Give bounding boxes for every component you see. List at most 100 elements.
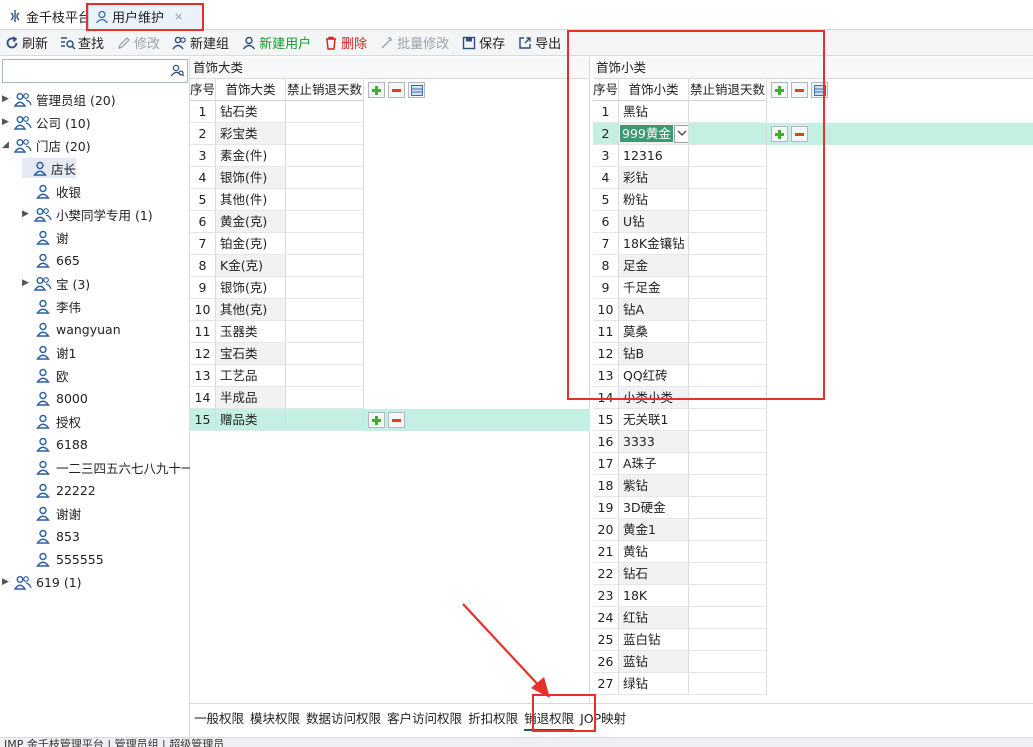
tree-node[interactable]: 一二三四五六七八九十一二 <box>22 457 206 477</box>
table-row[interactable]: 14 小类小类 <box>593 387 767 409</box>
search-input[interactable] <box>6 60 166 80</box>
category-name[interactable]: 钻A <box>619 299 689 321</box>
category-name[interactable]: 足金 <box>619 255 689 277</box>
no-return-days[interactable] <box>286 299 364 321</box>
no-return-days[interactable] <box>689 629 767 651</box>
category-name[interactable]: 工艺品 <box>216 365 286 387</box>
tab-permission[interactable]: 数据访问权限 <box>306 707 381 731</box>
expand-arrow-icon[interactable]: ▶ <box>22 209 32 219</box>
table-row[interactable]: 20 黄金1 <box>593 519 767 541</box>
no-return-days[interactable] <box>689 145 767 167</box>
category-name[interactable]: K金(克) <box>216 255 286 277</box>
no-return-days[interactable] <box>689 585 767 607</box>
category-name[interactable]: 无关联1 <box>619 409 689 431</box>
no-return-days[interactable] <box>286 233 364 255</box>
category-name[interactable]: 钻B <box>619 343 689 365</box>
no-return-days[interactable] <box>286 123 364 145</box>
category-name[interactable]: 宝石类 <box>216 343 286 365</box>
category-name[interactable]: 黄钻 <box>619 541 689 563</box>
category-name[interactable]: 黑钻 <box>619 101 689 123</box>
expand-arrow-icon[interactable]: ▶ <box>2 117 12 127</box>
table-row[interactable]: 1 黑钻 <box>593 101 767 123</box>
table-row[interactable]: 5 其他(件) <box>190 189 364 211</box>
tree-node[interactable]: ▶ 619 (1) <box>2 572 82 592</box>
no-return-days[interactable] <box>286 101 364 123</box>
table-row[interactable]: 27 绿钻 <box>593 673 767 695</box>
expand-arrow-icon[interactable]: ▶ <box>2 94 12 104</box>
category-name[interactable]: 彩钻 <box>619 167 689 189</box>
table-row[interactable]: 2 999黄金 <box>593 123 1033 145</box>
refresh-button[interactable]: 刷新 <box>2 32 50 54</box>
category-name[interactable]: 蓝钻 <box>619 651 689 673</box>
no-return-days[interactable] <box>689 321 767 343</box>
batch-edit-button[interactable]: 批量修改 <box>377 32 451 54</box>
new-user-button[interactable]: 新建用户 <box>239 32 313 54</box>
tab-permission[interactable]: 折扣权限 <box>468 707 518 731</box>
no-return-days[interactable] <box>689 167 767 189</box>
table-row[interactable]: 16 3333 <box>593 431 767 453</box>
table-row[interactable]: 6 黄金(克) <box>190 211 364 233</box>
no-return-days[interactable] <box>286 277 364 299</box>
new-group-button[interactable]: 新建组 <box>170 32 231 54</box>
tree-node[interactable]: 授权 <box>22 411 81 431</box>
subcategory-grid-settings-button[interactable] <box>811 82 828 98</box>
chevron-down-icon[interactable] <box>673 124 688 143</box>
no-return-days[interactable] <box>286 145 364 167</box>
category-name[interactable]: 彩宝类 <box>216 123 286 145</box>
tree-node[interactable]: 853 <box>22 526 80 546</box>
table-row[interactable]: 25 蓝白钻 <box>593 629 767 651</box>
delete-button[interactable]: 删除 <box>321 32 369 54</box>
category-name[interactable]: 莫桑 <box>619 321 689 343</box>
column-header[interactable]: 禁止销退天数 <box>689 79 767 101</box>
subcategory-delete-row-button[interactable] <box>791 82 808 98</box>
tree-node[interactable]: wangyuan <box>22 319 121 339</box>
tree-node[interactable]: 欧 <box>22 365 69 385</box>
expand-arrow-icon[interactable]: ▶ <box>2 577 12 587</box>
no-return-days[interactable] <box>286 343 364 365</box>
tab-user-maintenance[interactable]: 用户维护 × <box>88 3 204 29</box>
no-return-days[interactable] <box>689 299 767 321</box>
table-row[interactable]: 3 12316 <box>593 145 767 167</box>
subcategory-hl-add-row-button[interactable] <box>771 126 788 142</box>
table-row[interactable]: 8 足金 <box>593 255 767 277</box>
table-row[interactable]: 18 紫钻 <box>593 475 767 497</box>
no-return-days[interactable] <box>689 277 767 299</box>
table-row[interactable]: 12 钻B <box>593 343 767 365</box>
category-name[interactable]: 紫钻 <box>619 475 689 497</box>
category-name[interactable]: 粉钻 <box>619 189 689 211</box>
category-name[interactable]: 银饰(件) <box>216 167 286 189</box>
tree-node[interactable]: 谢1 <box>22 342 76 362</box>
category-name[interactable]: 12316 <box>619 145 689 167</box>
category-name[interactable]: 半成品 <box>216 387 286 409</box>
no-return-days[interactable] <box>689 673 767 695</box>
no-return-days[interactable] <box>689 101 767 123</box>
no-return-days[interactable] <box>286 387 364 409</box>
no-return-days[interactable] <box>286 167 364 189</box>
table-row[interactable]: 17 A珠子 <box>593 453 767 475</box>
category-name[interactable]: 素金(件) <box>216 145 286 167</box>
no-return-days[interactable] <box>689 365 767 387</box>
table-row[interactable]: 23 18K <box>593 585 767 607</box>
category-add-row-button[interactable] <box>368 82 385 98</box>
category-combo[interactable]: 999黄金 <box>619 123 689 145</box>
column-header[interactable]: 首饰大类 <box>216 79 286 101</box>
category-name[interactable]: A珠子 <box>619 453 689 475</box>
table-row[interactable]: 10 钻A <box>593 299 767 321</box>
category-name[interactable]: 玉器类 <box>216 321 286 343</box>
category-name[interactable]: 黄金1 <box>619 519 689 541</box>
category-name[interactable]: 其他(件) <box>216 189 286 211</box>
table-row[interactable]: 11 莫桑 <box>593 321 767 343</box>
tab-permission[interactable]: 模块权限 <box>250 707 300 731</box>
no-return-days[interactable] <box>689 387 767 409</box>
tree-node[interactable]: ▶ 管理员组 (20) <box>2 89 116 109</box>
subcategory-hl-delete-row-button[interactable] <box>791 126 808 142</box>
close-icon[interactable]: × <box>174 10 183 23</box>
category-hl-delete-row-button[interactable] <box>388 412 405 428</box>
tree-node[interactable]: 谢 <box>22 227 69 247</box>
tree-node[interactable]: ▶ 小樊同学专用 (1) <box>22 204 153 224</box>
no-return-days[interactable] <box>689 431 767 453</box>
column-header[interactable]: 禁止销退天数 <box>286 79 364 101</box>
no-return-days[interactable] <box>689 233 767 255</box>
no-return-days[interactable] <box>286 409 364 431</box>
category-select[interactable]: 999黄金 <box>620 124 688 143</box>
